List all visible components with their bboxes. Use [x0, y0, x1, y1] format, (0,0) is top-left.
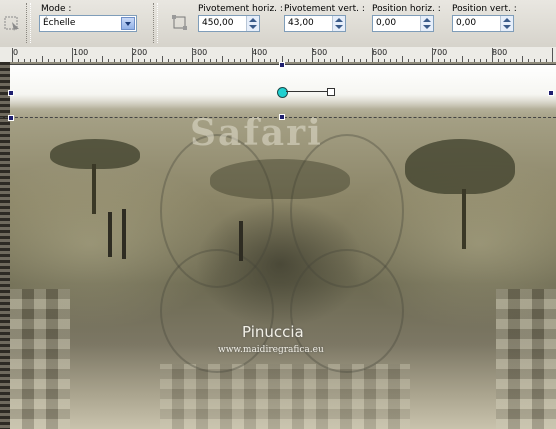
toolbar-grip[interactable] — [26, 3, 31, 43]
ruler-label: 400 — [252, 48, 268, 57]
toolbar-grip-2[interactable] — [153, 3, 158, 43]
spin-down-icon[interactable] — [249, 25, 257, 29]
deform-handle[interactable] — [8, 115, 14, 121]
pivot-vertical-spinner[interactable] — [332, 16, 345, 31]
spin-up-icon[interactable] — [503, 18, 511, 22]
ruler-tick — [12, 48, 13, 62]
position-vertical-input[interactable]: 0,00 — [452, 15, 514, 32]
giraffe — [108, 212, 112, 257]
spin-up-icon[interactable] — [249, 18, 257, 22]
watermark-name: Pinuccia — [242, 323, 304, 341]
tree-trunk — [92, 164, 96, 214]
rotation-bar — [286, 91, 328, 92]
watermark-url: www.maidiregrafica.eu — [218, 345, 324, 355]
spin-down-icon[interactable] — [503, 25, 511, 29]
deform-handle[interactable] — [279, 62, 285, 68]
ruler-tick — [312, 48, 313, 62]
ruler-tick — [492, 48, 493, 62]
dropdown-arrow-icon[interactable] — [121, 17, 135, 30]
ruler-label: 600 — [372, 48, 388, 57]
tile-pattern-left — [10, 289, 70, 429]
acacia-tree — [210, 159, 350, 199]
spin-down-icon[interactable] — [423, 25, 431, 29]
deform-tool-icon[interactable] — [3, 14, 21, 32]
position-horizontal-value: 0,00 — [376, 18, 397, 28]
ruler-tick — [132, 48, 133, 62]
giraffe — [122, 209, 126, 259]
tile-pattern-bottom — [160, 364, 410, 429]
ruler-tick — [552, 48, 553, 62]
ruler-tick — [72, 48, 73, 62]
position-vertical-label: Position vert. : — [452, 4, 517, 14]
ruler-label: 200 — [132, 48, 148, 57]
canvas-area[interactable]: Safari Pinuccia www.maidiregrafica.eu — [0, 62, 556, 429]
ruler-label: 300 — [192, 48, 208, 57]
mode-select-value: Échelle — [43, 18, 76, 28]
ruler-label: 100 — [73, 48, 89, 57]
position-horizontal-label: Position horiz. : — [372, 4, 441, 14]
position-horizontal-spinner[interactable] — [420, 16, 433, 31]
safari-title-graphic: Safari — [190, 112, 323, 154]
pivot-horizontal-value: 450,00 — [202, 18, 234, 28]
deform-handle[interactable] — [8, 90, 14, 96]
ruler-label: 700 — [432, 48, 448, 57]
rotation-handle-icon[interactable] — [277, 87, 288, 98]
mode-label: Mode : — [41, 4, 72, 14]
tile-pattern-right — [496, 289, 556, 429]
tool-options-bar: Mode : Échelle Pivotement horiz. : 450,0… — [0, 0, 556, 48]
pivot-vertical-value: 43,00 — [288, 18, 314, 28]
mode-select[interactable]: Échelle — [39, 15, 137, 32]
ruler-label: 500 — [312, 48, 328, 57]
ruler-tick — [372, 48, 373, 62]
ruler-label: 0 — [13, 48, 19, 57]
pivot-horizontal-spinner[interactable] — [246, 16, 259, 31]
ruler-tick — [432, 48, 433, 62]
deform-handle[interactable] — [548, 90, 554, 96]
position-vertical-value: 0,00 — [456, 18, 477, 28]
ruler-tick — [252, 48, 253, 62]
tree-trunk — [462, 189, 466, 249]
pivot-horizontal-label: Pivotement horiz. : — [198, 4, 283, 14]
position-horizontal-input[interactable]: 0,00 — [372, 15, 434, 32]
position-vertical-spinner[interactable] — [500, 16, 513, 31]
pivot-vertical-label: Pivotement vert. : — [284, 4, 365, 14]
ruler-tick — [192, 48, 193, 62]
ruler-label: 800 — [492, 48, 508, 57]
deform-handle[interactable] — [279, 114, 285, 120]
acacia-tree — [405, 139, 515, 194]
rotation-bar-end-handle[interactable] — [327, 88, 335, 96]
horizontal-ruler[interactable]: 0 100 200 300 400 500 600 700 800 — [0, 47, 556, 63]
spin-up-icon[interactable] — [423, 18, 431, 22]
spin-up-icon[interactable] — [335, 18, 343, 22]
giraffe — [239, 221, 243, 261]
pivot-vertical-input[interactable]: 43,00 — [284, 15, 346, 32]
selection-tool-icon[interactable] — [171, 14, 189, 32]
spin-down-icon[interactable] — [335, 25, 343, 29]
selection-marquee-line — [0, 117, 556, 118]
pivot-horizontal-input[interactable]: 450,00 — [198, 15, 260, 32]
